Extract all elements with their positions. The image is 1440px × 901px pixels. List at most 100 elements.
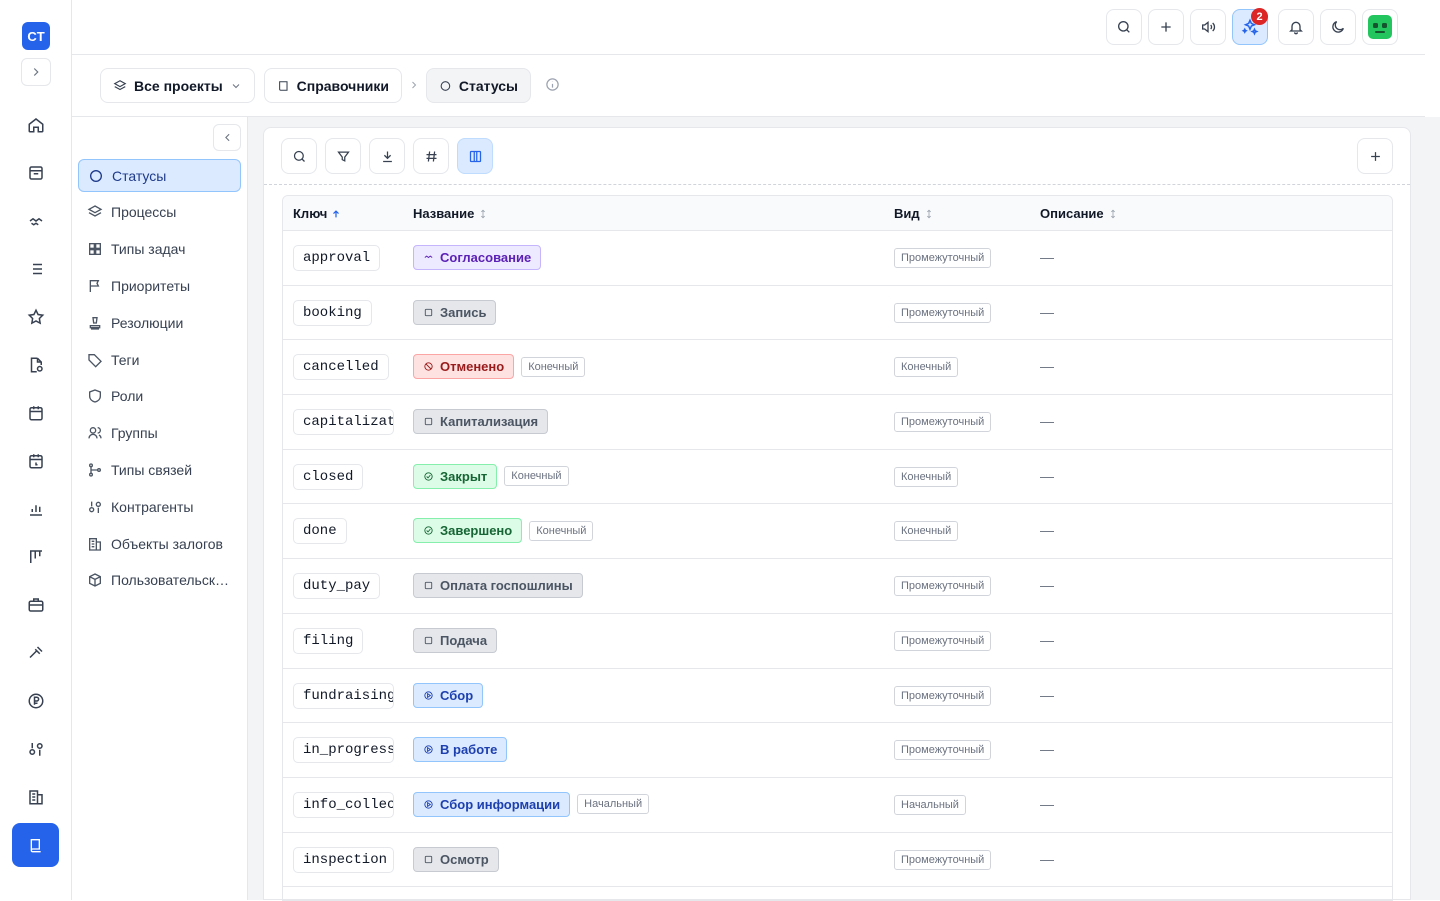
status-pill[interactable]: Завершено xyxy=(413,518,523,544)
status-description: — xyxy=(1040,795,1054,812)
table-row[interactable] xyxy=(283,887,1392,900)
info-icon[interactable] xyxy=(545,77,560,92)
table-row[interactable]: done Завершено Конечный Конечный — xyxy=(283,504,1392,560)
list-icon[interactable] xyxy=(24,257,48,281)
breadcrumb-directories[interactable]: Справочники xyxy=(264,68,402,103)
status-kind-badge: Промежуточный xyxy=(894,412,992,433)
status-key: in_progress xyxy=(293,737,394,764)
projects-dropdown[interactable]: Все проекты xyxy=(100,68,255,103)
column-key[interactable]: Ключ xyxy=(293,206,341,221)
sidebar-item[interactable]: Роли xyxy=(78,380,241,413)
expand-rail-button[interactable] xyxy=(21,58,51,86)
announcements-button[interactable] xyxy=(1190,9,1226,45)
status-pill[interactable]: Отменено xyxy=(413,354,515,380)
table-row[interactable]: fundraising Сбор Промежуточный — xyxy=(283,669,1392,724)
git-branch-icon xyxy=(89,463,101,477)
workspace-logo[interactable]: CT xyxy=(22,22,50,50)
table-row[interactable]: cancelled Отменено Конечный Конечный — xyxy=(283,340,1392,396)
status-icon xyxy=(424,690,433,700)
sidebar-item[interactable]: Пользовательск… xyxy=(78,564,241,597)
document-search-icon[interactable] xyxy=(24,353,48,377)
status-kind-badge: Конечный xyxy=(894,521,959,542)
directory-sidebar: Статусы Процессы Типы задач Приоритеты Резол… xyxy=(72,117,248,900)
notifications-button[interactable] xyxy=(1278,9,1314,45)
gavel-icon[interactable] xyxy=(24,641,48,665)
building-icon[interactable] xyxy=(24,785,48,809)
home-icon[interactable] xyxy=(24,113,48,137)
add-status-button[interactable] xyxy=(1357,138,1393,174)
status-pill[interactable]: В работе xyxy=(413,737,508,763)
sidebar-item[interactable]: Процессы xyxy=(78,196,241,229)
status-key: inspection xyxy=(293,846,394,873)
sidebar-item-label: Роли xyxy=(111,388,144,405)
sidebar-item[interactable]: Объекты залогов xyxy=(78,527,241,560)
breadcrumb-current[interactable]: Статусы xyxy=(426,68,531,103)
table-row[interactable]: approval Согласование Промежуточный — xyxy=(283,231,1392,286)
sidebar-item[interactable]: Типы связей xyxy=(78,453,241,486)
table-row[interactable]: info_collect Сбор информации Начальный Нача… xyxy=(283,778,1392,833)
status-pill[interactable]: Согласование xyxy=(413,245,542,270)
status-pill[interactable]: Запись xyxy=(413,299,497,325)
status-key: approval xyxy=(293,245,381,271)
search-button[interactable] xyxy=(1106,9,1142,45)
briefcase-icon[interactable] xyxy=(24,593,48,617)
flag-icon xyxy=(89,279,100,292)
status-pill[interactable]: Сбор xyxy=(413,682,484,708)
status-pill[interactable]: Закрыт xyxy=(413,463,498,489)
sidebar-item[interactable]: Типы задач xyxy=(78,233,241,266)
handshake-icon[interactable] xyxy=(24,209,48,233)
directories-nav-button[interactable] xyxy=(12,823,59,867)
chevron-right-icon xyxy=(33,68,39,76)
column-description[interactable]: Описание xyxy=(1040,206,1118,221)
sidebar-item[interactable]: Контрагенты xyxy=(78,490,241,523)
status-pill[interactable]: Оплата госпошлины xyxy=(413,573,583,599)
sidebar-item-label: Объекты залогов xyxy=(111,535,223,552)
user-avatar[interactable] xyxy=(1362,9,1398,45)
export-button[interactable] xyxy=(369,138,405,174)
partners-icon[interactable] xyxy=(24,737,48,761)
ruble-icon[interactable] xyxy=(24,689,48,713)
status-kind-badge: Начальный xyxy=(894,794,966,815)
sort-icon xyxy=(926,209,931,218)
status-pill[interactable]: Сбор информации xyxy=(413,791,571,817)
status-pill[interactable]: Осмотр xyxy=(413,846,499,872)
kanban-icon[interactable] xyxy=(24,545,48,569)
column-name[interactable]: Название xyxy=(413,206,488,221)
bar-chart-icon[interactable] xyxy=(24,497,48,521)
sidebar-item[interactable]: Теги xyxy=(78,343,241,376)
calendar-icon[interactable] xyxy=(24,401,48,425)
sidebar-item[interactable]: Приоритеты xyxy=(78,269,241,302)
column-kind[interactable]: Вид xyxy=(894,206,934,221)
partners-icon xyxy=(89,501,101,513)
numbering-button[interactable] xyxy=(413,138,449,174)
create-button[interactable] xyxy=(1148,9,1184,45)
plus-icon xyxy=(1370,151,1380,161)
search-button[interactable] xyxy=(281,138,317,174)
status-key: cancelled xyxy=(293,354,389,381)
sidebar-item[interactable]: Группы xyxy=(78,417,241,450)
ai-assistant-button[interactable]: 2 xyxy=(1232,8,1268,45)
table-row[interactable]: booking Запись Промежуточный — xyxy=(283,286,1392,341)
calendar-clock-icon[interactable] xyxy=(24,449,48,473)
table-row[interactable]: in_progress В работе Промежуточный — xyxy=(283,723,1392,778)
filter-button[interactable] xyxy=(325,138,361,174)
table-row[interactable]: inspection Осмотр Промежуточный — xyxy=(283,833,1392,888)
collapse-sidebar-button[interactable] xyxy=(213,124,241,151)
flag-icon xyxy=(87,278,103,294)
table-row[interactable]: closed Закрыт Конечный Конечный — xyxy=(283,450,1392,505)
sidebar-item-label: Типы связей xyxy=(111,461,193,478)
status-pill[interactable]: Подача xyxy=(413,627,498,653)
columns-button[interactable] xyxy=(457,138,493,174)
table-row[interactable]: filing Подача Промежуточный — xyxy=(283,614,1392,669)
status-kind-badge: Промежуточный xyxy=(894,248,992,268)
table-row[interactable]: capitalizati Капитализация Промежуточный — xyxy=(283,395,1392,450)
inbox-icon[interactable] xyxy=(24,161,48,185)
building-icon xyxy=(87,536,103,552)
sidebar-item[interactable]: Резолюции xyxy=(78,306,241,339)
star-icon[interactable] xyxy=(24,305,48,329)
theme-toggle-button[interactable] xyxy=(1320,9,1356,45)
table-row[interactable]: duty_pay Оплата госпошлины Промежуточный — xyxy=(283,559,1392,614)
status-name-cell: Сбор информации Начальный xyxy=(413,791,650,817)
status-pill[interactable]: Капитализация xyxy=(413,409,549,435)
sidebar-item[interactable]: Статусы xyxy=(78,159,241,192)
